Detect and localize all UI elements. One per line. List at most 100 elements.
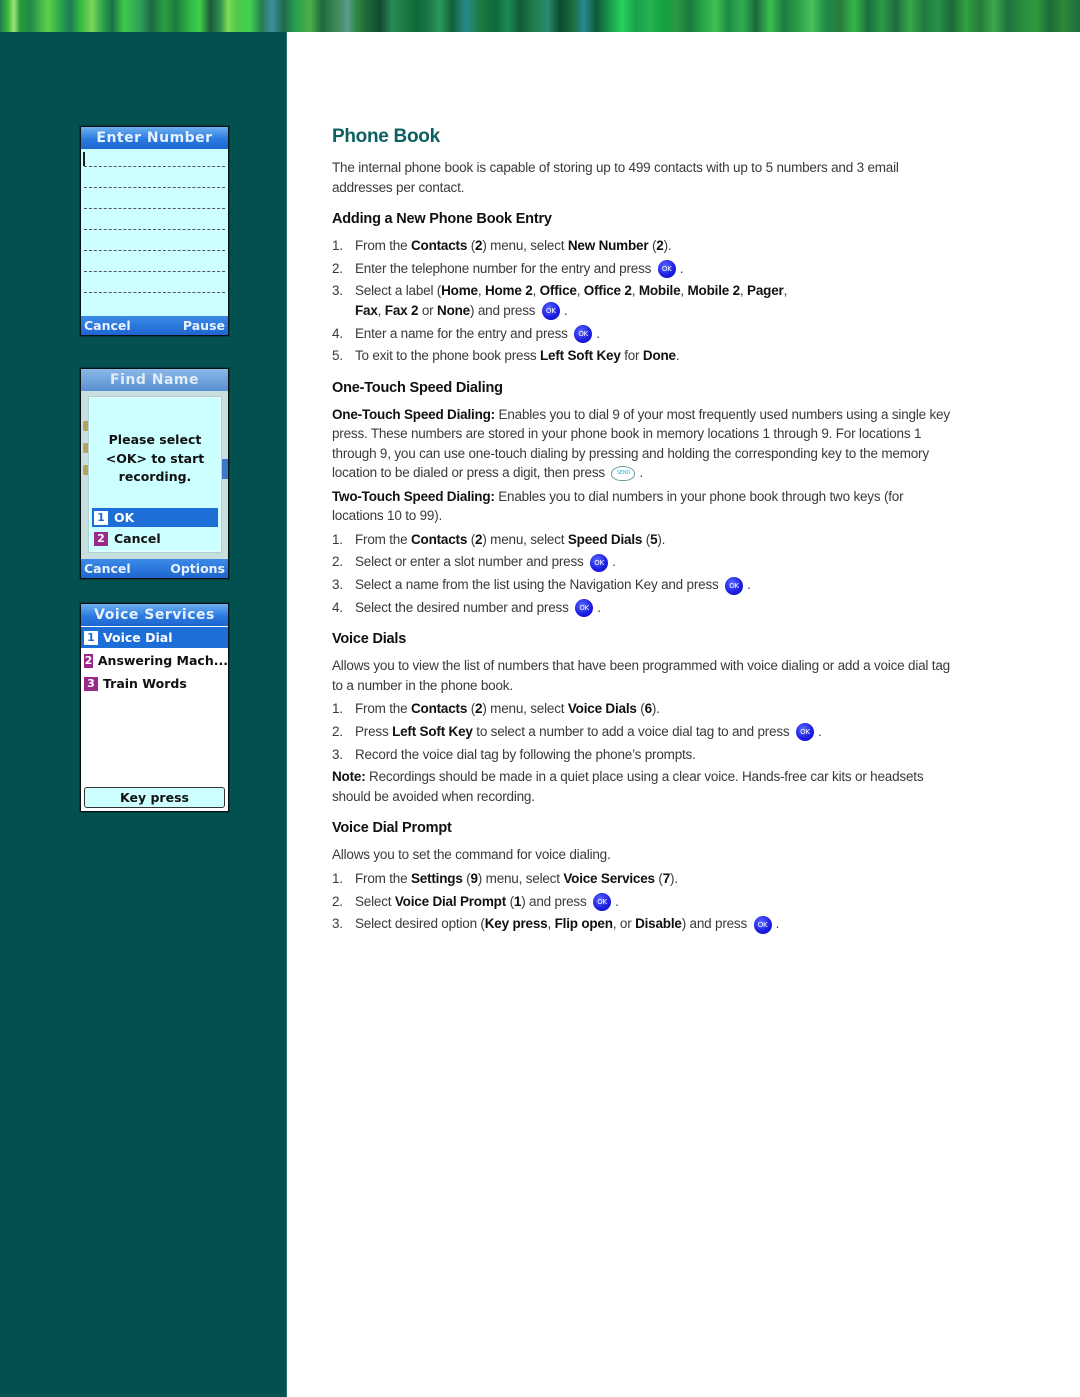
ok-key-icon: OK <box>541 302 560 321</box>
phone-screen-enter-number: Enter Number Cancel Pause <box>80 126 229 336</box>
item-number-badge: 3 <box>84 676 98 691</box>
dialog-message: Please select <OK> to start recording. <box>90 431 220 487</box>
step-number: 3. <box>332 283 343 299</box>
emphasis: Voice Dials <box>567 701 637 717</box>
entry-line <box>84 187 225 188</box>
steps-list: 1. From the Contacts (2) menu, select New… <box>332 236 957 366</box>
entry-line <box>84 208 225 209</box>
intro-paragraph: The internal phone book is capable of st… <box>332 160 899 195</box>
emphasis: Office 2 <box>583 283 632 299</box>
emphasis: 1 <box>513 893 522 909</box>
emphasis: Contacts <box>410 531 468 547</box>
section-heading-voice-dials: Voice Dials <box>332 631 407 648</box>
two-touch-paragraph: Two-Touch Speed Dialing: Enables you to … <box>332 488 904 524</box>
step-number: 1. <box>332 870 343 886</box>
steps-list: 1. From the Settings (9) menu, select Voi… <box>332 869 957 934</box>
emphasis: Disable <box>635 916 682 932</box>
softkey-cancel: Cancel <box>84 318 131 333</box>
dialog-option-cancel: 2 Cancel <box>92 529 218 548</box>
ok-key-icon: OK <box>657 260 676 279</box>
main-content: Phone Book The internal phone book is ca… <box>332 120 957 937</box>
step-item: 4. Select the desired number and press OK… <box>332 598 957 618</box>
ok-key-icon: OK <box>590 553 609 572</box>
emphasis: 2 <box>475 531 483 547</box>
ok-key-icon: OK <box>725 576 744 595</box>
emphasis: Mobile <box>638 283 681 299</box>
ok-key-icon: OK <box>593 893 612 911</box>
step-number: 2. <box>332 260 343 276</box>
step-number: 2. <box>332 554 343 570</box>
step-text: Select Voice Dial Prompt (1) and press O… <box>355 892 619 912</box>
step-item: 1. From the Contacts (2) menu, select Spe… <box>332 530 957 550</box>
steps-list: 1. From the Contacts (2) menu, select Voi… <box>332 699 957 764</box>
step-item: 1. From the Contacts (2) menu, select New… <box>332 236 957 256</box>
entry-line <box>84 166 225 167</box>
emphasis: Speed Dials <box>567 531 643 547</box>
step-number: 3. <box>332 746 343 762</box>
softkey-pause: Pause <box>182 318 225 333</box>
step-number: 3. <box>332 577 343 593</box>
step-text: Select the desired number and press OK. <box>355 598 601 618</box>
send-key-icon: SEND <box>611 466 636 482</box>
option-label: Cancel <box>114 531 161 546</box>
step-number: 5. <box>332 348 343 364</box>
emphasis: 6 <box>644 701 653 717</box>
section-heading-voice-dial-prompt: Voice Dial Prompt <box>332 820 452 837</box>
step-text: From the Contacts (2) menu, select New N… <box>355 238 672 253</box>
ok-key-icon: OK <box>575 599 594 618</box>
ok-key-icon: OK <box>796 723 815 742</box>
step-text: Select desired option (Key press, Flip o… <box>355 914 779 934</box>
step-text: To exit to the phone book press Left Sof… <box>355 348 680 364</box>
ok-key-icon: OK <box>753 915 772 934</box>
emphasis: Voice Dial Prompt <box>394 893 507 909</box>
note-paragraph: Note: Recordings should be made in a qui… <box>332 769 924 804</box>
step-text: Enter the telephone number for the entry… <box>355 259 684 279</box>
emphasis: Left Soft Key <box>539 348 621 364</box>
option-number-badge: 2 <box>94 531 108 546</box>
step-number: 4. <box>332 599 343 615</box>
step-text: From the Contacts (2) menu, select Speed… <box>355 531 666 547</box>
item-label: Voice Dial <box>103 630 173 645</box>
menu-item-train-words: 3 Train Words <box>81 673 228 694</box>
emphasis: Home <box>441 283 478 299</box>
emphasis: Done <box>642 348 676 364</box>
message-line: Please select <box>108 432 202 447</box>
message-line: <OK> to start <box>105 450 205 466</box>
screen-title: Voice Services <box>81 604 228 626</box>
steps-list: 1. From the Contacts (2) menu, select Spe… <box>332 530 957 618</box>
step-item: 3. Select a name from the list using the … <box>332 575 957 595</box>
emphasis: Note: <box>332 769 366 785</box>
emphasis: 2 <box>656 238 664 253</box>
step-item: 1. From the Settings (9) menu, select Voi… <box>332 869 957 889</box>
step-text: From the Contacts (2) menu, select Voice… <box>355 701 660 717</box>
step-item: 3. Select desired option (Key press, Flip… <box>332 914 957 934</box>
phone-screen-voice-services: Voice Services 1 Voice Dial 2 Answering … <box>80 603 229 812</box>
emphasis: Flip open <box>554 916 613 932</box>
decorative-header-band <box>0 0 1080 32</box>
emphasis: Home 2 <box>484 283 533 299</box>
option-number-badge: 1 <box>94 510 108 525</box>
step-item: 4. Enter a name for the entry and press O… <box>332 324 957 344</box>
step-text: Select or enter a slot number and press … <box>355 552 616 572</box>
emphasis: Contacts <box>410 701 468 717</box>
emphasis: Mobile 2 <box>687 283 741 299</box>
step-item: 2. Enter the telephone number for the ent… <box>332 259 957 279</box>
dialog-option-ok: 1 OK <box>92 508 218 527</box>
page-title: Phone Book <box>332 126 440 147</box>
softkey-bar: Cancel Options <box>81 559 228 578</box>
emphasis: One-Touch Speed Dialing: <box>332 406 495 422</box>
entry-line <box>84 292 225 293</box>
step-number: 1. <box>332 238 343 253</box>
emphasis: New Number <box>567 238 649 253</box>
emphasis: Fax <box>355 302 378 318</box>
emphasis: 9 <box>470 870 478 886</box>
step-item: 5. To exit to the phone book press Left S… <box>332 346 957 366</box>
step-number: 1. <box>332 701 343 717</box>
softkey-cancel: Cancel <box>84 561 131 576</box>
step-item: 3. Record the voice dial tag by following… <box>332 745 957 765</box>
one-touch-paragraph: One-Touch Speed Dialing: Enables you to … <box>332 406 950 482</box>
emphasis: Pager <box>747 283 784 299</box>
number-entry-area <box>81 149 228 316</box>
voice-dial-prompt-paragraph: Allows you to set the command for voice … <box>332 847 611 863</box>
step-item: 1. From the Contacts (2) menu, select Voi… <box>332 699 957 719</box>
